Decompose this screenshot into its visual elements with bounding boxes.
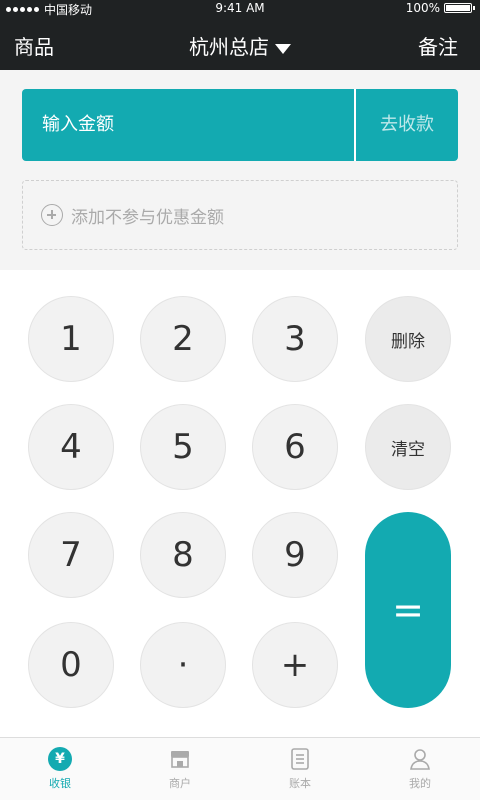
- key-8[interactable]: 8: [140, 512, 226, 598]
- key-1[interactable]: 1: [28, 296, 114, 382]
- tab-label: 我的: [409, 777, 431, 790]
- phone-screen: 中国移动 9:41 AM 100% 商品 杭州总店 备注 输入金额 去收款 添加…: [0, 0, 480, 800]
- tab-merchant[interactable]: 商户: [120, 738, 240, 800]
- yen-icon: ¥: [48, 747, 72, 771]
- notes-button[interactable]: 备注: [418, 31, 458, 60]
- add-discount-exclusion-button[interactable]: 添加不参与优惠金额: [22, 180, 458, 250]
- amount-bar: 输入金额 去收款: [22, 89, 458, 161]
- caret-down-icon: [275, 43, 291, 54]
- collect-button[interactable]: 去收款: [356, 89, 458, 161]
- equals-button[interactable]: =: [365, 512, 451, 708]
- key-3[interactable]: 3: [252, 296, 338, 382]
- key-plus[interactable]: +: [252, 622, 338, 708]
- person-icon: [408, 747, 432, 771]
- tab-label: 商户: [169, 777, 191, 790]
- nav-bar: 商品 杭州总店 备注: [0, 17, 480, 70]
- delete-button[interactable]: 删除: [365, 296, 451, 382]
- key-dot[interactable]: ·: [140, 622, 226, 708]
- clear-button[interactable]: 清空: [365, 404, 451, 490]
- keypad: 1 2 3 删除 4 5 6 清空 7 8 9 = 0 · +: [0, 270, 480, 737]
- battery-percent: 100%: [405, 1, 440, 15]
- amount-input[interactable]: 输入金额: [22, 89, 354, 161]
- tab-ledger[interactable]: 账本: [240, 738, 360, 800]
- store-icon: [168, 747, 192, 771]
- key-5[interactable]: 5: [140, 404, 226, 490]
- discount-label: 添加不参与优惠金额: [71, 207, 224, 228]
- book-icon: [288, 747, 312, 771]
- status-bar: 中国移动 9:41 AM 100%: [0, 0, 480, 17]
- store-title: 杭州总店: [189, 35, 269, 59]
- tab-bar: ¥ 收银 商户 账本 我的: [0, 737, 480, 800]
- amount-area: 输入金额 去收款 添加不参与优惠金额: [0, 70, 480, 270]
- key-0[interactable]: 0: [28, 622, 114, 708]
- tab-label: 收银: [49, 777, 71, 790]
- battery-icon: [444, 3, 475, 13]
- store-selector[interactable]: 杭州总店: [0, 31, 480, 60]
- key-4[interactable]: 4: [28, 404, 114, 490]
- tab-cashier[interactable]: ¥ 收银: [0, 738, 120, 800]
- plus-circle-icon: [41, 204, 63, 226]
- key-9[interactable]: 9: [252, 512, 338, 598]
- tab-me[interactable]: 我的: [360, 738, 480, 800]
- tab-label: 账本: [289, 777, 311, 790]
- status-right: 100%: [405, 1, 475, 15]
- key-2[interactable]: 2: [140, 296, 226, 382]
- key-7[interactable]: 7: [28, 512, 114, 598]
- key-6[interactable]: 6: [252, 404, 338, 490]
